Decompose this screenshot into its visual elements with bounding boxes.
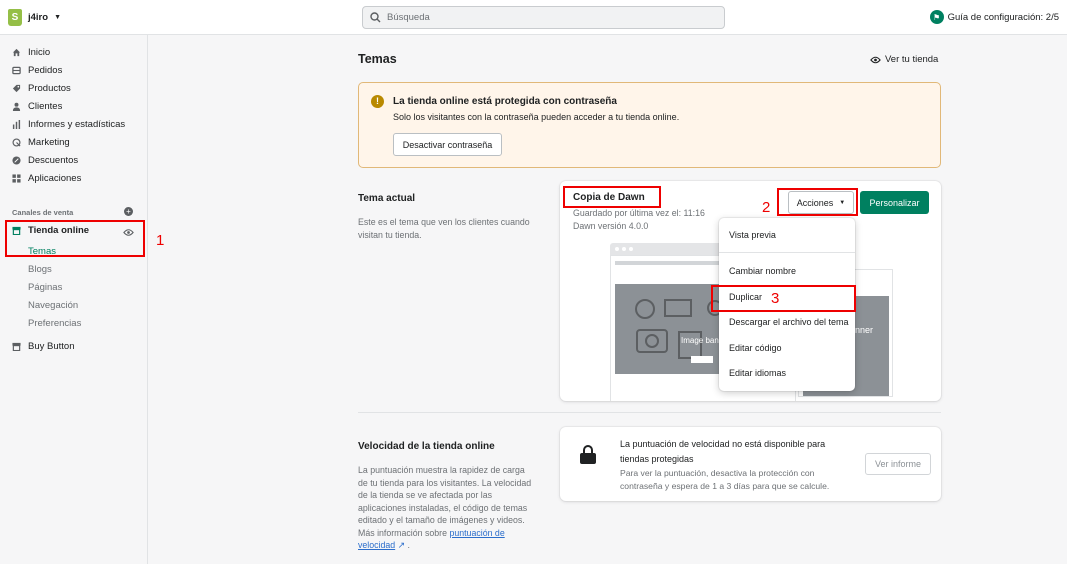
orders-icon [12,66,21,75]
bar-chart-icon [12,120,21,129]
sidebar-subitem-paginas[interactable]: Páginas [28,282,62,293]
annotation-box-duplicate [711,285,856,312]
sidebar-item-label: Pedidos [28,65,63,76]
sidebar-item-inicio[interactable]: Inicio [12,47,50,58]
search-input[interactable]: Búsqueda [362,6,725,29]
marketing-icon [12,138,21,147]
add-channel-icon[interactable]: + [124,207,133,216]
sidebar-item-aplicaciones[interactable]: Aplicaciones [12,173,81,184]
sidebar-item-label: Informes y estadísticas [28,119,126,130]
sidebar-item-label: Buy Button [28,341,75,352]
mobile-caption: nner [855,325,874,335]
external-link-icon: ↗ [397,540,405,550]
setup-guide-button[interactable]: ⚑ Guía de configuración: 2/5 [929,10,1059,24]
search-icon [370,12,381,23]
speed-card-text: Para ver la puntuación, desactiva la pro… [620,468,830,491]
person-icon [12,102,21,111]
annotation-step-1: 1 [156,232,165,249]
shopify-logo-icon: S [8,8,22,26]
eye-icon [870,56,881,63]
annotation-step-2: 2 [762,199,771,216]
warning-icon: ! [371,95,384,108]
menu-item-edit-code[interactable]: Editar código [729,343,782,353]
view-report-button[interactable]: Ver informe [865,453,931,475]
banner-text: Solo los visitantes con la contraseña pu… [393,112,680,122]
sidebar-item-descuentos[interactable]: Descuentos [12,155,78,166]
sidebar-item-marketing[interactable]: Marketing [12,137,70,148]
menu-item-preview[interactable]: Vista previa [729,230,776,240]
sidebar-item-label: Descuentos [28,155,79,166]
customize-button[interactable]: Personalizar [860,191,929,214]
annotation-box-theme-name [563,186,661,208]
menu-item-download[interactable]: Descargar el archivo del tema [729,317,849,327]
home-icon [12,48,21,57]
caret-down-icon: ▼ [54,13,61,21]
lock-icon [580,445,596,465]
banner-title: La tienda online está protegida con cont… [393,96,617,107]
theme-saved: Guardado por última vez el: 11:16 [573,208,705,218]
menu-item-edit-languages[interactable]: Editar idiomas [729,368,786,378]
tag-icon [12,84,21,93]
sidebar-item-informes[interactable]: Informes y estadísticas [12,119,125,130]
view-store-label: Ver tu tienda [885,54,939,65]
speed-heading: Velocidad de la tienda online [358,441,495,452]
speed-card-title: La puntuación de velocidad no está dispo… [620,439,826,464]
setup-guide-label: Guía de configuración: 2/5 [947,11,1059,23]
view-store-link[interactable]: Ver tu tienda [870,54,938,65]
current-theme-heading: Tema actual [358,193,416,204]
page-title: Temas [358,52,397,66]
sidebar-item-clientes[interactable]: Clientes [12,101,62,112]
sidebar-subitem-navegacion[interactable]: Navegación [28,300,78,311]
sidebar-item-buy-button[interactable]: Buy Button [12,341,74,352]
annotation-box-online-store [5,220,145,257]
sidebar-item-pedidos[interactable]: Pedidos [12,65,62,76]
store-name: j4iro [28,11,49,23]
sidebar-item-label: Clientes [28,101,63,112]
sidebar-item-productos[interactable]: Productos [12,83,71,94]
sidebar-item-label: Marketing [28,137,70,148]
annotation-step-3: 3 [771,290,780,307]
buy-button-icon [12,342,21,351]
discount-icon [12,156,21,165]
password-banner: ! La tienda online está protegida con co… [358,82,941,168]
sales-channels-heading: Canales de venta [12,208,74,217]
annotation-box-actions [777,188,858,216]
store-switcher[interactable]: S j4iro ▼ [8,7,61,27]
current-theme-description: Este es el tema que ven los clientes cua… [358,217,530,240]
sidebar: Inicio Pedidos Productos Clientes Inform… [0,35,148,564]
sidebar-subitem-preferencias[interactable]: Preferencias [28,318,81,329]
theme-version: Dawn versión 4.0.0 [573,221,649,231]
disable-password-button[interactable]: Desactivar contraseña [393,133,502,156]
sidebar-item-label: Inicio [28,47,51,58]
speed-card: La puntuación de velocidad no está dispo… [560,427,941,501]
top-bar: S j4iro ▼ Búsqueda ⚑ Guía de configuraci… [0,0,1067,35]
speed-description: La puntuación muestra la rapidez de carg… [358,465,532,550]
apps-icon [12,174,21,183]
sidebar-subitem-blogs[interactable]: Blogs [28,264,52,275]
main-content: Temas Ver tu tienda ! La tienda online e… [148,35,1067,564]
sidebar-item-label: Productos [28,83,71,94]
flag-icon: ⚑ [929,10,944,24]
menu-item-rename[interactable]: Cambiar nombre [729,266,796,276]
sidebar-item-label: Aplicaciones [28,173,82,184]
search-placeholder: Búsqueda [387,12,430,23]
section-divider [358,412,941,413]
